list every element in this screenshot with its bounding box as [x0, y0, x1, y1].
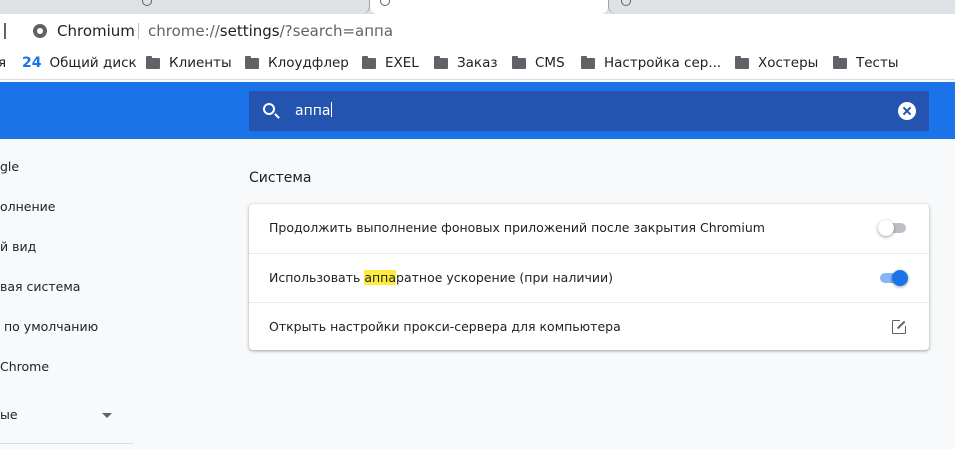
label-part: ратное ускорение (при наличии): [396, 270, 613, 285]
chevron-down-icon[interactable]: [102, 413, 112, 418]
search-icon: [263, 103, 275, 115]
folder-icon: [146, 55, 160, 69]
settings-header: аппа: [0, 82, 955, 139]
nav-divider: [0, 443, 133, 444]
browser-toolbar: Chromium chrome://settings/?search=аппа: [0, 14, 955, 48]
bookmark-label: Тесты: [856, 55, 899, 71]
bookmark-label: Клоудфлер: [268, 55, 349, 71]
bookmark-folder-clients[interactable]: Клиенты: [146, 55, 232, 71]
tab-strip: [0, 0, 955, 14]
bookmark-folder-server-setup[interactable]: Настройка сер...: [581, 55, 721, 71]
bookmark-folder-cms[interactable]: CMS: [512, 55, 565, 71]
folder-icon: [735, 55, 749, 69]
reload-icon[interactable]: [0, 23, 6, 39]
system-settings-card: Продолжить выполнение фоновых приложений…: [249, 204, 929, 350]
settings-tab-icon: [380, 0, 390, 6]
url-prefix: chrome://: [148, 22, 220, 40]
bookmark-folder-cloudflare[interactable]: Клоудфлер: [245, 55, 349, 71]
url-host: settings: [219, 22, 280, 40]
bookmark-label: Настройка сер...: [604, 55, 722, 71]
nav-item-advanced[interactable]: ые: [0, 407, 18, 422]
tab-previous[interactable]: [120, 0, 370, 14]
bookmark-label: Клиенты: [169, 55, 232, 71]
hardware-acceleration-toggle[interactable]: [878, 270, 908, 286]
bookmark-folder-exel[interactable]: EXEL: [362, 55, 419, 71]
text-caret: [331, 102, 333, 117]
nav-item-autofill[interactable]: олнение: [0, 199, 56, 214]
settings-search-box[interactable]: аппа: [249, 91, 929, 131]
folder-icon: [362, 55, 376, 69]
nav-item-search-engine[interactable]: вая система: [0, 279, 80, 294]
bookmark-label: Общий диск: [49, 55, 137, 71]
disk-24-icon: 24: [22, 55, 42, 71]
bookmark-label: Заказ: [457, 55, 498, 71]
tab-active-settings[interactable]: [370, 0, 608, 14]
folder-icon: [581, 55, 595, 69]
setting-row-proxy-settings[interactable]: Открыть настройки прокси-сервера для ком…: [249, 302, 929, 351]
bookmark-cut[interactable]: я: [0, 55, 6, 71]
section-title: Система: [249, 170, 312, 186]
bookmark-label: я: [0, 55, 7, 71]
search-query: аппа: [295, 103, 331, 119]
bookmark-folder-hosters[interactable]: Хостеры: [735, 55, 818, 71]
nav-item-appearance[interactable]: й вид: [0, 239, 36, 254]
address-bar[interactable]: chrome://settings/?search=аппа: [148, 22, 393, 40]
open-external-icon[interactable]: [892, 318, 908, 334]
search-input[interactable]: аппа: [295, 102, 333, 119]
tab-favicon-icon: [621, 0, 631, 6]
bookmarks-bar: я 24 Общий диск Клиенты Клоудфлер EXEL За…: [0, 48, 955, 80]
tab-next[interactable]: [608, 0, 955, 14]
tab-favicon-icon: [142, 0, 152, 6]
toggle-knob: [878, 220, 894, 236]
label-part: Использовать: [269, 270, 365, 285]
clear-search-icon[interactable]: [898, 102, 916, 120]
bookmark-label: CMS: [535, 55, 565, 71]
search-highlight: аппа: [364, 270, 397, 285]
nav-item-google[interactable]: gle: [0, 159, 19, 174]
setting-label: Продолжить выполнение фоновых приложений…: [269, 220, 765, 235]
folder-icon: [512, 55, 526, 69]
bookmark-folder-tests[interactable]: Тесты: [833, 55, 899, 71]
setting-row-hardware-acceleration[interactable]: Использовать аппаратное ускорение (при н…: [249, 253, 929, 302]
chromium-site-icon[interactable]: [33, 24, 47, 38]
toggle-knob: [892, 270, 908, 286]
nav-item-default-browser[interactable]: по умолчанию: [4, 319, 98, 334]
omnibox-separator: [138, 23, 139, 39]
bookmark-obshchiy-disk[interactable]: 24 Общий диск: [22, 55, 137, 71]
bookmark-label: EXEL: [385, 55, 419, 71]
folder-icon: [245, 55, 259, 69]
setting-label: Использовать аппаратное ускорение (при н…: [269, 270, 613, 285]
setting-label: Открыть настройки прокси-сервера для ком…: [269, 319, 621, 334]
nav-item-on-startup[interactable]: Chrome: [0, 359, 49, 374]
site-name: Chromium: [57, 22, 135, 40]
setting-row-background-apps[interactable]: Продолжить выполнение фоновых приложений…: [249, 204, 929, 253]
bookmark-folder-order[interactable]: Заказ: [434, 55, 498, 71]
folder-icon: [434, 55, 448, 69]
bookmark-label: Хостеры: [758, 55, 819, 71]
folder-icon: [833, 55, 847, 69]
url-rest: /?search=аппа: [279, 22, 394, 40]
background-apps-toggle[interactable]: [878, 220, 908, 236]
